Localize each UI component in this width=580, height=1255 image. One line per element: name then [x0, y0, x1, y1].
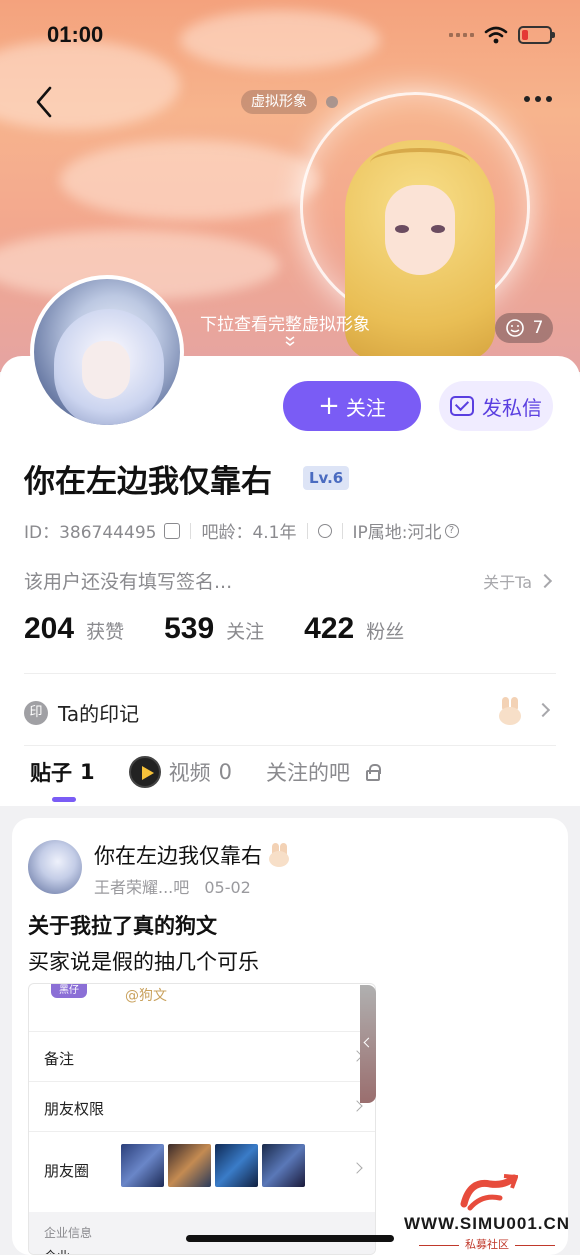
tab-label: 关注的吧 — [266, 761, 350, 785]
lock-icon — [366, 763, 381, 781]
ip-location: IP属地:河北 — [352, 523, 442, 543]
chevron-down-icon — [285, 336, 295, 346]
screenshot-row: 备注 — [29, 1031, 375, 1081]
post-date: 05-02 — [204, 878, 251, 897]
send-message-button[interactable]: 发私信 — [439, 381, 553, 431]
follow-label: 关注 — [345, 395, 386, 420]
tab-followed-forums[interactable]: 关注的吧 — [266, 757, 381, 787]
post-body: 买家说是假的抽几个可乐 — [28, 950, 259, 974]
stat-followers[interactable]: 422 粉丝 — [304, 612, 404, 646]
screenshot-section: 企业信息 — [29, 1212, 375, 1254]
screenshot-row-label: 备注 — [44, 1050, 75, 1068]
tab-posts[interactable]: 贴子 1 — [30, 757, 95, 787]
plus-icon: + — [318, 391, 340, 421]
stat-label: 关注 — [226, 621, 265, 643]
user-id: ID：386744495 — [24, 523, 157, 543]
screenshot-row-label: 朋友权限 — [44, 1100, 105, 1118]
pull-hint-text: 下拉查看完整虚拟形象 — [200, 315, 370, 335]
rabbit-badge-icon — [497, 697, 523, 725]
signal-icon — [449, 33, 474, 37]
screenshot-bottom-row: 企业 — [44, 1246, 70, 1254]
post-author[interactable]: 你在左边我仅靠右 — [94, 840, 290, 870]
search-icon[interactable] — [317, 523, 332, 538]
chevron-right-icon — [351, 1162, 363, 1174]
cloud-decoration — [180, 10, 380, 70]
divider — [24, 673, 556, 674]
copy-icon[interactable] — [164, 522, 181, 539]
watermark-sub-label: 私募社区 — [465, 1238, 509, 1251]
thumbnail-image — [121, 1144, 164, 1187]
divider — [24, 745, 556, 746]
avatar-like-button[interactable]: 7 — [495, 313, 553, 343]
tab-count: 0 — [218, 760, 232, 784]
tab-count: 1 — [80, 760, 95, 784]
thumbnail-image — [215, 1144, 258, 1187]
stat-value: 422 — [304, 612, 355, 645]
tag-dot-icon — [326, 96, 338, 108]
about-ta-label: 关于Ta — [483, 573, 532, 592]
post-author-avatar[interactable] — [28, 840, 82, 894]
imprint-row[interactable]: 印 Ta的印记 — [24, 698, 139, 727]
tab-label: 视频 — [168, 761, 211, 785]
active-tab-indicator — [52, 797, 76, 802]
screenshot-tag: 黑仔 — [51, 984, 87, 998]
help-icon[interactable]: ? — [444, 523, 459, 538]
about-ta-link[interactable]: 关于Ta — [483, 569, 553, 593]
screenshot-row-label: 朋友圈 — [44, 1162, 90, 1180]
battery-icon — [518, 26, 555, 44]
screenshot-row: 朋友权限 — [29, 1081, 375, 1131]
message-label: 发私信 — [482, 395, 542, 420]
like-count: 7 — [532, 318, 544, 338]
status-icons — [449, 26, 555, 44]
stat-likes[interactable]: 204 获赞 — [24, 612, 124, 646]
watermark-logo-icon — [460, 1174, 518, 1211]
site-watermark: WWW.SIMU001.CN 私募社区 — [400, 1172, 578, 1255]
post-meta: 王者荣耀...吧 05-02 — [94, 874, 251, 898]
tab-label: 贴子 — [30, 761, 72, 785]
chevron-right-icon — [537, 573, 553, 589]
smile-icon — [505, 319, 524, 337]
stat-value: 204 — [24, 612, 75, 645]
wifi-icon — [484, 26, 508, 44]
imprint-icon: 印 — [24, 700, 48, 725]
follow-button[interactable]: + 关注 — [283, 381, 421, 431]
post-author-name: 你在左边我仅靠右 — [94, 844, 262, 868]
watermark-sub: 私募社区 — [400, 1236, 574, 1252]
status-time: 01:00 — [47, 22, 104, 47]
screenshot-mention: @狗文 — [125, 988, 167, 1004]
post-title: 关于我拉了真的狗文 — [28, 914, 217, 938]
mail-icon — [450, 396, 474, 416]
thumbnail-image — [168, 1144, 211, 1187]
level-badge: Lv.6 — [303, 466, 350, 490]
username: 你在左边我仅靠右 — [24, 464, 272, 500]
user-bio: 该用户还没有填写签名... — [24, 571, 233, 593]
stat-value: 539 — [164, 612, 215, 645]
more-options-icon[interactable] — [524, 96, 552, 102]
moments-thumbnails — [121, 1144, 305, 1187]
cloud-decoration — [0, 40, 180, 130]
back-arrow-icon[interactable] — [30, 84, 60, 120]
profile-tabs: 贴子 1 视频 0 关注的吧 — [30, 756, 381, 788]
screenshot-section-label: 企业信息 — [44, 1226, 93, 1240]
virtual-avatar-tag[interactable]: 虚拟形象 — [241, 90, 317, 114]
stat-following[interactable]: 539 关注 — [164, 612, 264, 646]
home-indicator — [186, 1235, 394, 1242]
thumbnail-image — [262, 1144, 305, 1187]
stats-row: 204 获赞 539 关注 422 粉丝 — [24, 612, 404, 646]
screenshot-row: 朋友圈 — [29, 1131, 375, 1211]
video-play-icon — [128, 756, 161, 788]
rabbit-badge-icon — [268, 843, 290, 867]
cloud-decoration — [60, 140, 320, 220]
imprint-label: Ta的印记 — [58, 702, 140, 726]
side-collapse-tab — [360, 985, 376, 1103]
profile-meta: ID：386744495 吧龄：4.1年 IP属地:河北 ? — [24, 518, 459, 543]
tab-videos[interactable]: 视频 0 — [128, 756, 232, 788]
post-image[interactable]: 黑仔 @狗文 备注 朋友权限 朋友圈 企业信息 企业 — [28, 983, 376, 1255]
stat-label: 粉丝 — [366, 621, 405, 643]
profile-avatar[interactable] — [30, 275, 184, 429]
stat-label: 获赞 — [86, 621, 125, 643]
post-forum[interactable]: 王者荣耀...吧 — [94, 878, 189, 897]
watermark-site: WWW.SIMU001.CN — [404, 1214, 571, 1233]
forum-age: 吧龄：4.1年 — [201, 523, 297, 543]
